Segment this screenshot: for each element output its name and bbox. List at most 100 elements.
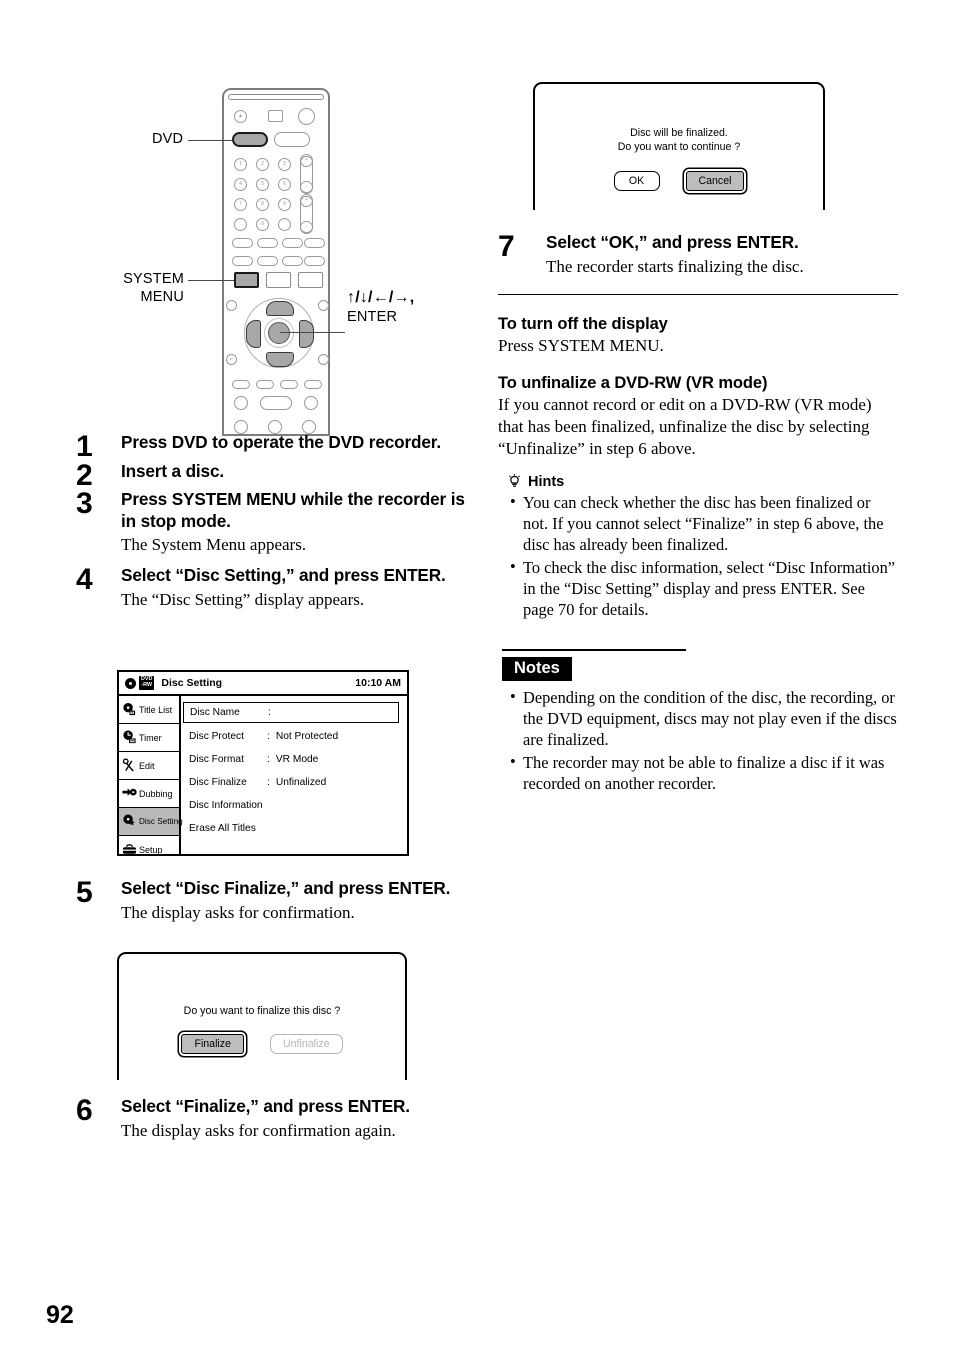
osd-row-erase-all-titles[interactable]: Erase All Titles [189,821,407,836]
sidebar-item-timer[interactable]: Timer [119,724,179,752]
function-button-5[interactable] [232,256,253,266]
step-1-heading: Press DVD to operate the DVD recorder. [121,432,442,452]
function-button-3[interactable] [282,238,303,248]
step-5: 5 Select “Disc Finalize,” and press ENTE… [76,878,476,924]
step-6-number: 6 [76,1094,93,1127]
number-key-0[interactable]: 0 [256,218,269,231]
step-5-number: 5 [76,876,93,909]
osd-key-disc-name: Disc Name [190,707,240,718]
dpad-right-button[interactable] [299,320,314,348]
number-key-9[interactable]: 9 [278,198,291,211]
page-number: 92 [46,1301,74,1329]
function-button-8[interactable] [304,256,325,266]
eject-button[interactable]: ▲ [234,110,247,123]
dpad-up-button[interactable] [266,301,294,316]
cancel-button[interactable]: Cancel [685,170,745,191]
osd-row-disc-protect[interactable]: Disc Protect : Not Protected [189,729,407,744]
function-button-1[interactable] [232,238,253,248]
osd-key-disc-finalize: Disc Finalize [189,777,247,788]
tv-video-button[interactable] [268,110,283,122]
unfinalize-heading: To unfinalize a DVD-RW (VR mode) [498,374,768,393]
dvd-rw-badge-line2: -RW [141,682,153,688]
osd-row-disc-information[interactable]: Disc Information [189,798,407,813]
fast-forward-button[interactable] [304,396,318,410]
power-button[interactable] [298,108,315,125]
tv-button[interactable] [274,132,310,147]
play-button[interactable] [260,396,292,410]
osd-clock: 10:10 AM [355,677,401,689]
sidebar-item-disc-setting[interactable]: Disc Setting [119,808,183,836]
channel-down-button[interactable]: − [300,221,313,234]
osd-value-disc-finalize: Unfinalized [275,777,327,788]
step-4-number: 4 [76,563,93,597]
number-key-3[interactable]: 3 [278,158,291,171]
number-key-5[interactable]: 5 [256,178,269,191]
enter-numeric-button[interactable] [278,218,291,231]
hint-item-2: To check the disc information, select “D… [508,556,898,621]
aux-button-left-top[interactable] [226,300,237,311]
ok-button[interactable]: OK [613,170,660,191]
finalize-button[interactable]: Finalize [181,1034,244,1055]
aux-button-right-top[interactable] [318,300,329,311]
dpad-down-button[interactable] [266,352,294,367]
title-list-button[interactable] [266,272,291,288]
timer-button[interactable] [298,272,323,288]
number-key-4[interactable]: 4 [234,178,247,191]
return-button[interactable]: ↶ [226,354,237,365]
sidebar-item-title-list[interactable]: Title List [119,696,179,724]
turn-off-display-body: Press SYSTEM MENU. [498,335,664,355]
volume-up-button[interactable]: + [300,154,313,167]
osd-content: Disc Name : Disc Protect : Not Protected… [181,696,407,856]
callout-dpad-label: ↑/↓/←/→, ENTER [347,288,414,326]
prev-button[interactable] [232,380,250,389]
number-key-7[interactable]: 7 [234,198,247,211]
sidebar-item-setup[interactable]: Setup [119,836,179,864]
function-button-4[interactable] [304,238,325,248]
function-button-7[interactable] [282,256,303,266]
dvd-button[interactable] [232,132,268,147]
osd-key-erase-all-titles: Erase All Titles [189,823,256,834]
step-6-subtext: The display asks for confirmation again. [121,1120,396,1140]
replay-button[interactable] [256,380,274,389]
step-4: 4 Select “Disc Setting,” and press ENTER… [76,565,476,611]
function-button-6[interactable] [257,256,278,266]
unfinalize-button[interactable]: Unfinalize [269,1034,343,1055]
note-item-1: Depending on the condition of the disc, … [508,686,898,751]
osd-row-disc-finalize[interactable]: Disc Finalize : Unfinalized [189,775,407,790]
sidebar-item-edit[interactable]: Edit [119,752,179,780]
volume-down-button[interactable]: − [300,181,313,194]
step-5-subtext: The display asks for confirmation. [121,902,355,922]
number-key-8[interactable]: 8 [256,198,269,211]
step-2-heading: Insert a disc. [121,460,224,481]
rewind-button[interactable] [234,396,248,410]
advance-button[interactable] [280,380,298,389]
system-menu-button[interactable] [234,272,259,288]
callout-menu-label: MENU [140,289,184,306]
step-3-heading: Press SYSTEM MENU while the recorder is … [121,489,465,531]
function-button-2[interactable] [257,238,278,248]
dubbing-icon [122,786,137,801]
dpad-left-button[interactable] [246,320,261,348]
number-key-1[interactable]: 1 [234,158,247,171]
step-2-number: 2 [76,458,93,492]
section-divider [498,293,898,295]
aux-button-right-bottom[interactable] [318,354,329,365]
disc-icon [125,677,136,689]
confirm-dialog-message-line2: Do you want to continue ? [617,141,741,154]
timer-icon [122,730,137,745]
sidebar-label-disc-setting: Disc Setting [139,817,183,826]
hint-item-1: You can check whether the disc has been … [508,491,898,556]
step-6: 6 Select “Finalize,” and press ENTER. Th… [76,1096,476,1142]
clear-button[interactable] [234,218,247,231]
step-7-subtext: The recorder starts finalizing the disc. [546,256,804,276]
number-key-2[interactable]: 2 [256,158,269,171]
unfinalize-body: If you cannot record or edit on a DVD-RW… [498,395,872,458]
osd-key-disc-protect: Disc Protect [189,731,244,742]
channel-up-button[interactable]: + [300,194,313,207]
osd-row-disc-format[interactable]: Disc Format : VR Mode [189,752,407,767]
osd-row-disc-name[interactable]: Disc Name : [183,702,399,723]
confirm-dialog-message-line1: Disc will be finalized. [630,127,728,139]
sidebar-item-dubbing[interactable]: Dubbing [119,780,179,808]
number-key-6[interactable]: 6 [278,178,291,191]
next-button[interactable] [304,380,322,389]
